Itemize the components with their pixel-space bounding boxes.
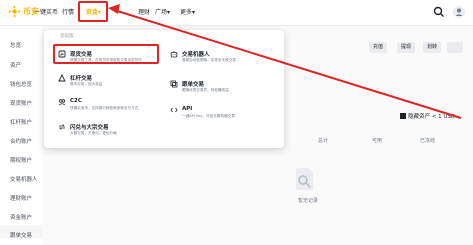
chevron-down-icon: ▾ — [167, 9, 171, 16]
dropdown-section-header: 基础版 — [60, 34, 74, 39]
c2c-icon — [58, 99, 66, 106]
assets-nav-highlight — [78, 1, 108, 22]
robot-icon — [170, 51, 178, 58]
copy-trading-icon — [170, 80, 178, 88]
nav-buy-crypto[interactable]: 一键买币 — [34, 7, 58, 16]
sidebar-item-assets[interactable]: 资产 — [10, 61, 21, 69]
margin-trading-icon — [58, 74, 66, 82]
menu-item-title: C2C — [70, 98, 82, 104]
menu-item-title: 跟单交易 — [182, 82, 205, 88]
nav-square[interactable]: 广场▾ — [155, 7, 170, 16]
nav-more[interactable]: 更多▾ — [180, 7, 195, 16]
sidebar-item-spot[interactable]: 现货账户 — [10, 99, 32, 107]
menu-item-title: 杠杆交易 — [70, 76, 93, 82]
sidebar-item-futures[interactable]: 合约账户 — [10, 137, 32, 145]
hide-small-assets-toggle[interactable]: 隐藏资产 < 1 USD — [400, 112, 455, 120]
api-icon — [170, 107, 178, 113]
binance-logo-icon — [8, 5, 21, 18]
sidebar-item-options[interactable]: 期权账户 — [10, 156, 32, 164]
spot-trading-highlight — [53, 44, 159, 64]
nav-more-label: 更多 — [180, 9, 193, 16]
menu-item-desc: 大额交易，无滑点，更优价格 — [70, 131, 117, 135]
menu-item-desc: 借助自动化策略，实现全天候交易 — [182, 58, 236, 62]
more-actions-button[interactable] — [447, 42, 463, 53]
column-header-available: 可用 — [372, 138, 383, 144]
transfer-button[interactable]: 划转 — [423, 42, 441, 53]
sidebar-item-wallet-overview[interactable]: 钱包总览 — [10, 80, 32, 88]
hide-assets-label: 隐藏资产 < 1 USD — [408, 114, 456, 120]
search-icon[interactable] — [432, 5, 446, 19]
nav-square-label: 广场 — [155, 9, 168, 16]
user-avatar-icon[interactable] — [452, 5, 466, 19]
sidebar-item-earn[interactable]: 理财账户 — [10, 194, 32, 202]
menu-item-title: 闪兑与大宗交易 — [70, 125, 109, 131]
column-header-frozen: 已冻结 — [420, 138, 436, 144]
menu-item-desc: 借币交易，放大收益 — [70, 82, 103, 86]
menu-item-desc: 跟随优秀交易员，轻松赚收益 — [182, 88, 229, 92]
deposit-button[interactable]: 充值 — [369, 42, 387, 53]
menu-item-desc: 一键API Key，开启无限机器交易 — [182, 114, 235, 118]
menu-item-desc: 快捷买卖币，支持银行转账和多种支付方式 — [70, 106, 139, 110]
withdraw-button[interactable]: 提现 — [397, 42, 415, 53]
swap-icon — [59, 124, 65, 130]
checkbox-icon[interactable] — [400, 113, 406, 119]
nav-finance[interactable]: 理财 — [138, 7, 150, 16]
sidebar: 总览 资产 钱包总览 现货账户 杠杆账户 合约账户 期权账户 交易机器人 理财账… — [0, 26, 42, 245]
nav-markets[interactable]: 行情 — [62, 7, 74, 16]
sidebar-item-overview[interactable]: 总览 — [10, 41, 21, 49]
empty-state-text: 暂无记录 — [298, 198, 319, 204]
empty-state-icon — [296, 168, 313, 190]
sidebar-item-trading-bots[interactable]: 交易机器人 — [10, 175, 38, 183]
chevron-down-icon: ▾ — [192, 9, 196, 16]
sidebar-item-copy-trading[interactable]: 跟单交易 — [10, 231, 32, 239]
top-navbar: 币安 一键买币 行情 资金▾ 理财 广场▾ 更多▾ — [0, 0, 473, 26]
column-header-total: 总计 — [318, 138, 329, 144]
menu-item-title: API — [182, 106, 193, 112]
sidebar-item-margin[interactable]: 杠杆账户 — [10, 118, 32, 126]
menu-item-title: 交易机器人 — [182, 52, 210, 58]
sidebar-item-funding[interactable]: 资金账户 — [10, 213, 32, 221]
